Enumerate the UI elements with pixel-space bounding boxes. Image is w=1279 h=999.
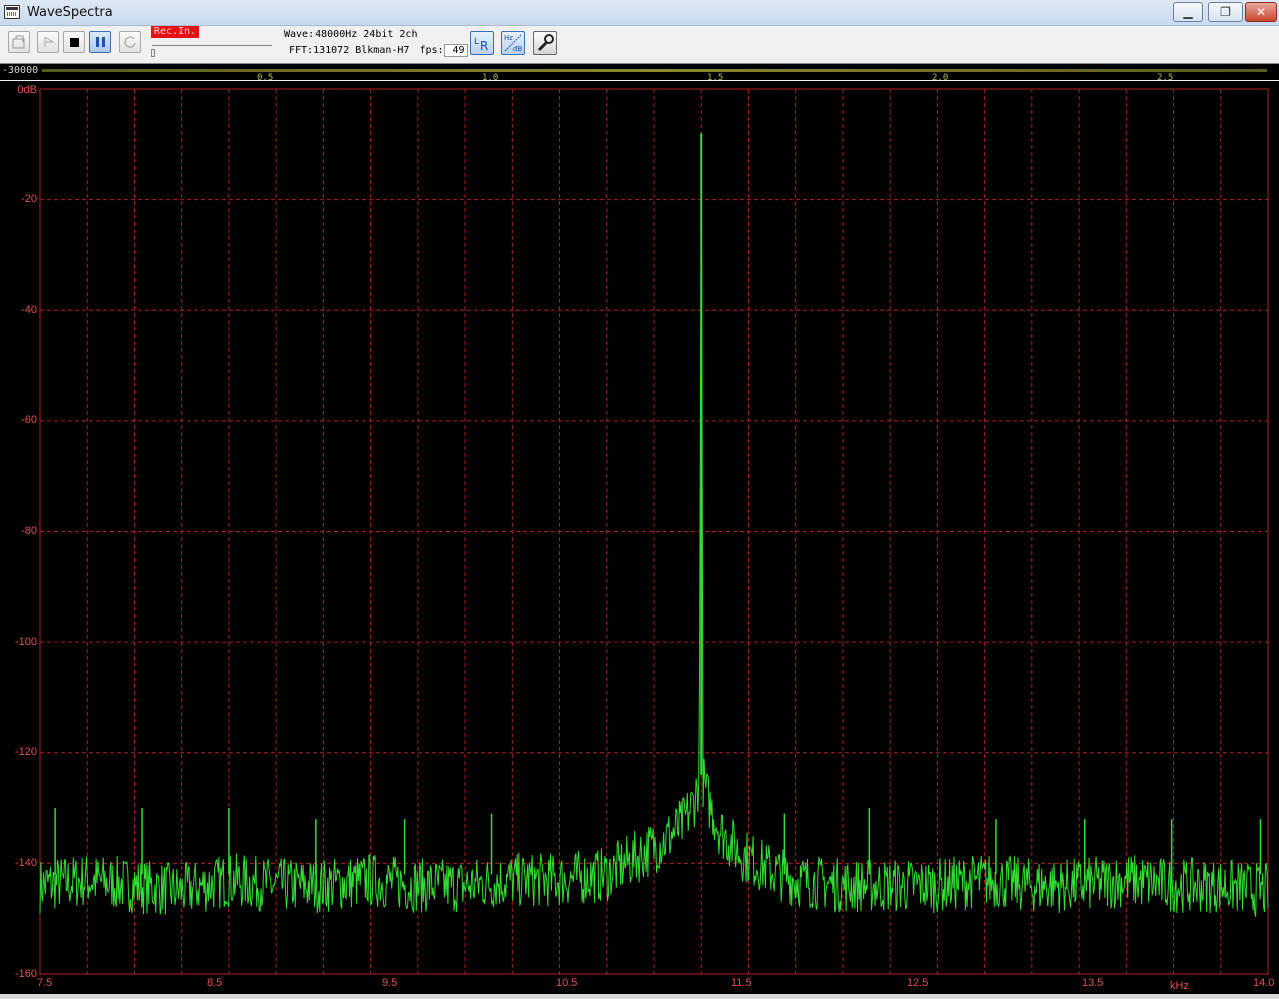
level-meter-label: -30000 [2, 65, 39, 76]
minimize-button[interactable]: ▁ [1173, 2, 1203, 22]
y-tick-label: -120 [14, 746, 37, 758]
wave-label: Wave: [284, 29, 315, 40]
pause-button[interactable] [89, 31, 111, 53]
lr-channel-icon: LR [474, 37, 488, 53]
spectrum-plot[interactable] [0, 81, 1279, 995]
x-tick-label: 7.5 [37, 977, 53, 989]
fft-info: FFT:131072 Blkman-H7 fps: 49 [289, 44, 468, 57]
play-icon [44, 36, 55, 47]
level-meter: -30000 0.5 1.0 1.5 2.0 2.5 [0, 63, 1279, 83]
level-slider-thumb[interactable] [151, 49, 155, 57]
y-tick-label: -20 [21, 193, 37, 205]
hz-db-button[interactable]: Hz dB [501, 31, 525, 55]
hz-db-scale-icon: HzdB [504, 34, 522, 53]
wave-info: Wave:48000Hz 24bit 2ch [284, 28, 462, 41]
wave-value: 48000Hz 24bit 2ch [315, 29, 418, 40]
level-slider-track[interactable] [152, 45, 272, 46]
fft-value[interactable]: 131072 Blkman-H7 [313, 45, 409, 56]
y-tick-label: 0dB [17, 84, 37, 96]
status-strip [0, 994, 1279, 999]
app-icon [4, 5, 20, 19]
svg-text:R: R [480, 39, 488, 53]
x-tick-label: 8.5 [207, 977, 223, 989]
rec-in-label[interactable]: Rec.In. [151, 26, 199, 38]
y-tick-label: -80 [21, 525, 37, 537]
y-tick-label: -60 [21, 414, 37, 426]
loop-button[interactable] [119, 31, 141, 53]
svg-text:dB: dB [513, 45, 522, 53]
minimize-icon: ▁ [1183, 5, 1193, 19]
y-tick-label: -100 [14, 636, 37, 648]
open-button[interactable] [8, 31, 30, 53]
stop-icon [70, 38, 79, 47]
x-tick-label: 9.5 [382, 977, 398, 989]
x-tick-label: 14.0 [1253, 977, 1275, 989]
svg-text:L: L [474, 37, 479, 47]
pause-icon [96, 37, 105, 47]
maximize-button[interactable]: ❐ [1208, 2, 1243, 22]
restore-icon: ❐ [1220, 5, 1231, 19]
level-meter-bar [42, 69, 1267, 72]
stop-button[interactable] [63, 31, 85, 53]
close-icon: ✕ [1255, 5, 1267, 19]
wrench-icon [537, 34, 554, 52]
title-bar: WaveSpectra ▁ ❐ ✕ [0, 0, 1279, 26]
y-tick-label: -140 [14, 857, 37, 869]
x-tick-label: 13.5 [1082, 977, 1104, 989]
x-tick-label: 12.5 [907, 977, 929, 989]
x-axis-unit-label: kHz [1170, 980, 1189, 992]
svg-text:Hz: Hz [504, 34, 513, 42]
y-tick-label: -160 [14, 968, 37, 980]
loop-icon [124, 36, 136, 48]
y-tick-label: -40 [21, 304, 37, 316]
window-title: WaveSpectra [27, 5, 113, 20]
fft-label: FFT: [289, 45, 314, 56]
settings-button[interactable] [533, 31, 557, 55]
open-file-icon [12, 35, 25, 49]
close-button[interactable]: ✕ [1245, 2, 1277, 22]
x-tick-label: 10.5 [556, 977, 578, 989]
lr-channel-button[interactable]: LR [470, 31, 494, 55]
fps-value[interactable]: 49 [443, 44, 468, 57]
x-tick-label: 11.5 [731, 977, 752, 989]
fps-label: fps: [419, 45, 444, 56]
play-button[interactable] [37, 31, 59, 53]
